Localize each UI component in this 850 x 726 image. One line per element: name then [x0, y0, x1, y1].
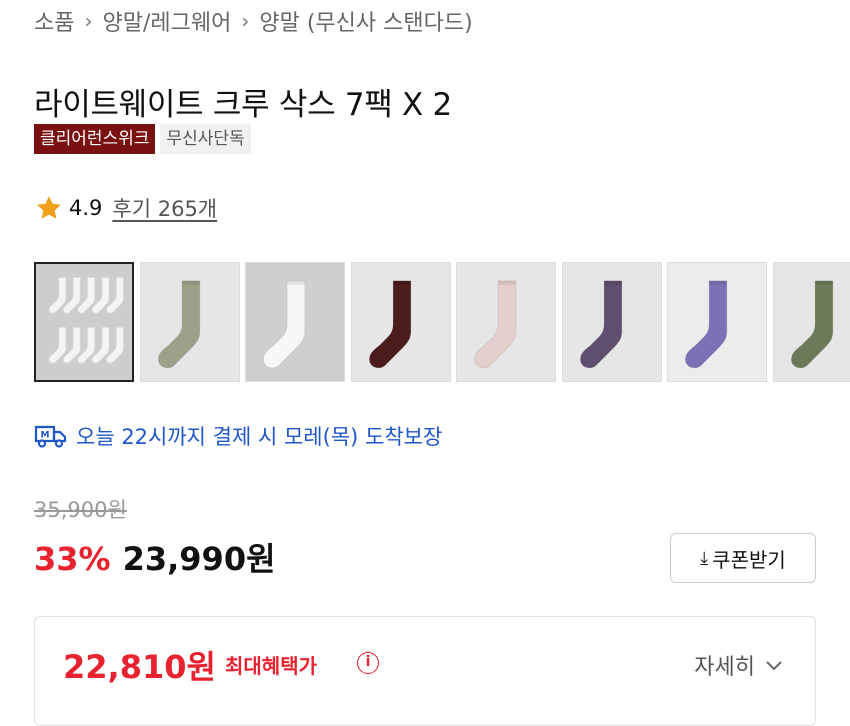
details-label: 자세히 [694, 649, 755, 681]
sock-image [457, 263, 555, 381]
original-price-block: 35,900원 [34, 494, 127, 524]
badge-group: 클리어런스위크 무신사단독 [34, 124, 251, 154]
details-toggle[interactable]: 자세히 [694, 649, 783, 681]
reviews-link[interactable]: 후기 265개 [112, 193, 217, 223]
sock-image [36, 264, 132, 380]
delivery-text: 오늘 22시까지 결제 시 모레(목) 도착보장 [76, 421, 442, 451]
chevron-right-icon: › [84, 9, 92, 33]
max-benefit-price: 22,810원 [63, 642, 216, 688]
download-icon: ⤓ [700, 548, 708, 569]
delivery-truck-icon: M [34, 423, 68, 449]
rating-score: 4.9 [69, 196, 102, 220]
delivery-guarantee[interactable]: M 오늘 22시까지 결제 시 모레(목) 도착보장 [34, 421, 442, 451]
thumbnail-purple[interactable] [562, 262, 662, 382]
thumbnail-sage[interactable] [140, 262, 240, 382]
sock-image [774, 263, 850, 381]
info-icon[interactable]: i [357, 652, 379, 674]
chevron-down-icon [765, 659, 783, 671]
price-row: 33% 23,990원 [34, 534, 276, 580]
svg-text:M: M [41, 431, 50, 441]
discount-rate: 33% [34, 540, 111, 578]
original-price: 35,900원 [34, 498, 127, 522]
max-benefit-panel: 22,810원 최대혜택가 i 자세히 [34, 616, 816, 726]
chevron-right-icon: › [241, 9, 249, 33]
star-icon [34, 193, 64, 223]
thumbnail-strip [34, 262, 850, 386]
product-title: 라이트웨이트 크루 삭스 7팩 X 2 [34, 79, 452, 124]
thumbnail-burgundy[interactable] [351, 262, 451, 382]
thumbnail-white[interactable] [245, 262, 345, 382]
thumbnail-lavender[interactable] [667, 262, 767, 382]
sock-image [246, 263, 344, 381]
breadcrumb: 소품 › 양말/레그웨어 › 양말 (무신사 스탠다드) [34, 5, 473, 37]
thumbnail-olive[interactable] [773, 262, 850, 382]
sock-image [141, 263, 239, 381]
thumbnail-white-7pack[interactable] [34, 262, 134, 382]
exclusive-badge: 무신사단독 [160, 124, 250, 154]
rating: 4.9 후기 265개 [34, 193, 217, 223]
sock-image [352, 263, 450, 381]
breadcrumb-item[interactable]: 양말 (무신사 스탠다드) [259, 5, 472, 37]
breadcrumb-item[interactable]: 양말/레그웨어 [102, 5, 231, 37]
breadcrumb-item[interactable]: 소품 [34, 5, 74, 37]
sock-image [668, 263, 766, 381]
clearance-badge: 클리어런스위크 [34, 124, 155, 154]
sock-image [563, 263, 661, 381]
max-benefit-label: 최대혜택가 [225, 650, 317, 679]
sale-price: 23,990원 [123, 534, 276, 580]
coupon-button[interactable]: ⤓ 쿠폰받기 [670, 533, 816, 583]
coupon-label: 쿠폰받기 [712, 544, 786, 573]
thumbnail-pink[interactable] [456, 262, 556, 382]
